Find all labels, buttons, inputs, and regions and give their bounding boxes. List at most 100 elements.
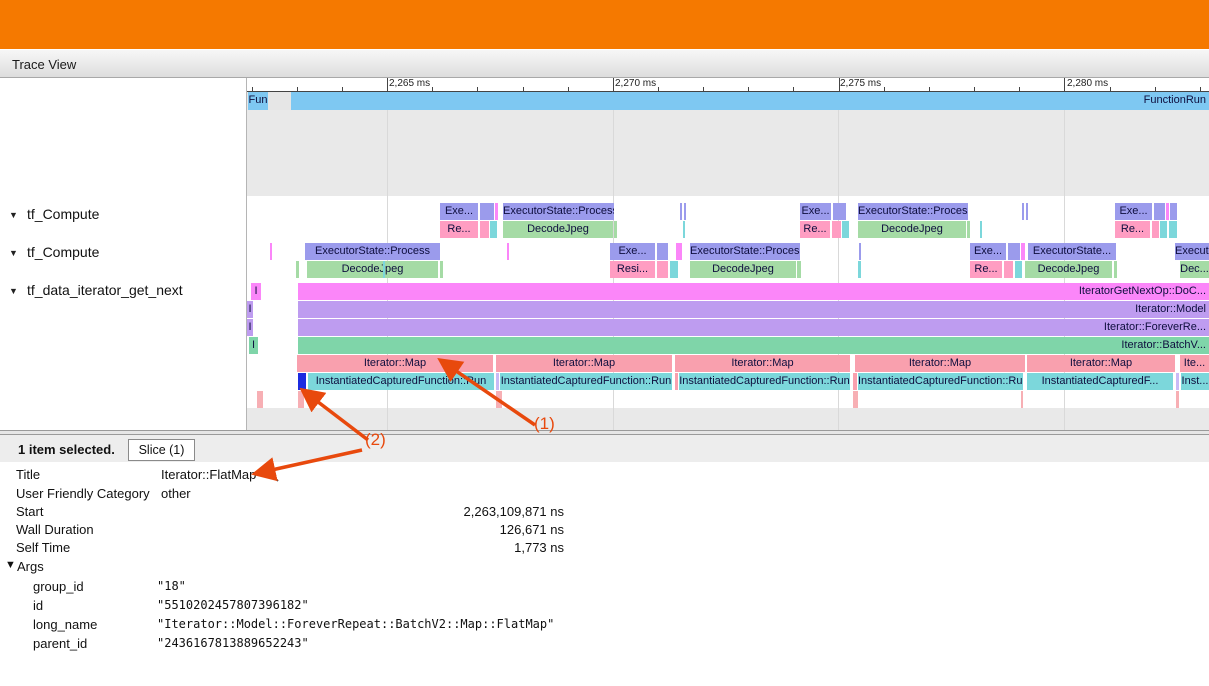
trace-slice[interactable] xyxy=(657,243,668,260)
trace-slice[interactable]: Iterator::Map xyxy=(855,355,1025,372)
trace-slice[interactable]: DecodeJpeg xyxy=(1025,261,1112,278)
trace-slice[interactable] xyxy=(490,221,497,238)
trace-slice[interactable] xyxy=(670,261,678,278)
trace-slice[interactable]: I xyxy=(247,319,253,336)
trace-slice[interactable]: ExecutorState::Process xyxy=(690,243,800,260)
trace-slice[interactable]: Iterator::Map xyxy=(1027,355,1175,372)
trace-slice[interactable] xyxy=(980,221,982,238)
trace-slice[interactable] xyxy=(480,203,494,220)
trace-slice[interactable] xyxy=(657,261,668,278)
trace-slice[interactable]: DecodeJpeg xyxy=(503,221,613,238)
trace-slice[interactable]: ExecutorState::Process xyxy=(858,203,968,220)
trace-slice[interactable] xyxy=(1176,391,1179,408)
trace-slice[interactable]: InstantiatedCapturedF... xyxy=(1027,373,1173,390)
trace-slice[interactable]: Exe... xyxy=(970,243,1006,260)
trace-slice[interactable]: InstantiatedCapturedFunction::Run xyxy=(679,373,850,390)
trace-slice[interactable]: Resi... xyxy=(610,261,655,278)
trace-slice[interactable]: ExecutorState::Process xyxy=(503,203,614,220)
trace-slice[interactable] xyxy=(1022,203,1024,220)
trace-slice[interactable] xyxy=(1015,261,1022,278)
trace-slice[interactable]: Iterator::Model xyxy=(298,301,1209,318)
trace-slice[interactable] xyxy=(858,261,861,278)
trace-slice[interactable] xyxy=(859,243,861,260)
trace-slice[interactable] xyxy=(1169,221,1177,238)
trace-slice[interactable]: Re... xyxy=(970,261,1002,278)
trace-slice[interactable] xyxy=(270,243,272,260)
trace-slice[interactable]: Iterator::ForeverRe... xyxy=(298,319,1209,336)
timeline[interactable]: 2,265 ms2,270 ms2,275 ms2,280 ms FunFunc… xyxy=(247,78,1209,430)
trace-slice[interactable] xyxy=(853,373,857,390)
trace-slice[interactable]: ExecutorState... xyxy=(1028,243,1116,260)
trace-slice[interactable] xyxy=(1160,221,1167,238)
trace-slice[interactable] xyxy=(967,221,970,238)
trace-slice[interactable]: InstantiatedCapturedFunction::Run xyxy=(308,373,494,390)
args-collapse-icon[interactable]: ▼ xyxy=(5,559,16,571)
trace-slice[interactable]: DecodeJpeg xyxy=(307,261,438,278)
trace-slice[interactable]: InstantiatedCapturedFunction::Run xyxy=(858,373,1023,390)
trace-slice[interactable] xyxy=(298,391,304,408)
trace-slice[interactable]: Re... xyxy=(800,221,830,238)
trace-slice[interactable]: Exe... xyxy=(440,203,478,220)
trace-slice[interactable] xyxy=(1021,391,1023,408)
trace-slice[interactable]: Exe... xyxy=(800,203,831,220)
collapse-triangle-icon[interactable]: ▼ xyxy=(9,286,18,296)
trace-slice[interactable]: Exe... xyxy=(1115,203,1152,220)
trace-slice[interactable]: Re... xyxy=(440,221,478,238)
trace-slice[interactable]: I xyxy=(249,337,258,354)
trace-slice[interactable] xyxy=(383,261,385,278)
trace-slice[interactable] xyxy=(832,221,841,238)
trace-slice[interactable]: I xyxy=(247,301,253,318)
trace-slice[interactable]: Execut... xyxy=(1175,243,1209,260)
trace-slice[interactable] xyxy=(1021,243,1025,260)
trace-slice[interactable]: I xyxy=(251,283,261,300)
trace-slice[interactable]: Iterator::Map xyxy=(675,355,850,372)
trace-slice[interactable] xyxy=(1152,221,1159,238)
trace-slice[interactable] xyxy=(496,391,502,408)
trace-slice[interactable] xyxy=(296,261,299,278)
collapse-triangle-icon[interactable]: ▼ xyxy=(9,210,18,220)
trace-slice[interactable]: IteratorGetNextOp::DoC... xyxy=(298,283,1209,300)
trace-slice[interactable] xyxy=(614,221,617,238)
trace-slice[interactable]: Dec... xyxy=(1180,261,1209,278)
track-row-tf_Compute[interactable]: ▼tf_Compute xyxy=(0,244,240,262)
collapse-triangle-icon[interactable]: ▼ xyxy=(9,248,18,258)
tab-slice[interactable]: Slice (1) xyxy=(128,439,195,461)
trace-slice[interactable] xyxy=(680,203,682,220)
magnifier-icon[interactable] xyxy=(266,469,280,488)
trace-slice[interactable] xyxy=(495,203,498,220)
trace-slice[interactable]: Fun xyxy=(248,92,268,110)
trace-slice[interactable]: Exe... xyxy=(610,243,655,260)
trace-slice[interactable] xyxy=(480,221,489,238)
timeline-canvas[interactable]: FunFunctionRunExe...ExecutorState::Proce… xyxy=(247,92,1209,430)
trace-slice[interactable]: Iterator::BatchV... xyxy=(298,337,1209,354)
trace-slice[interactable]: Iterator::Map xyxy=(496,355,672,372)
trace-slice[interactable]: Inst... xyxy=(1181,373,1209,390)
trace-slice[interactable]: ExecutorState::Process xyxy=(305,243,440,260)
trace-slice[interactable]: Ite... xyxy=(1180,355,1209,372)
trace-slice[interactable] xyxy=(1154,203,1165,220)
trace-slice[interactable] xyxy=(853,391,858,408)
track-row-tf_data_iterator_get_next[interactable]: ▼tf_data_iterator_get_next xyxy=(0,282,240,300)
trace-slice[interactable]: InstantiatedCapturedFunction::Run xyxy=(500,373,672,390)
trace-slice[interactable]: Iterator::Map xyxy=(297,355,493,372)
trace-slice[interactable] xyxy=(1008,243,1020,260)
trace-slice[interactable] xyxy=(675,373,678,390)
trace-slice[interactable] xyxy=(1026,203,1028,220)
trace-slice[interactable] xyxy=(496,373,499,390)
trace-slice[interactable] xyxy=(1176,373,1179,390)
trace-slice[interactable] xyxy=(440,261,443,278)
trace-slice[interactable] xyxy=(683,221,685,238)
track-row-tf_Compute[interactable]: ▼tf_Compute xyxy=(0,206,240,224)
selected-slice[interactable] xyxy=(298,373,306,390)
trace-slice[interactable] xyxy=(257,391,263,408)
trace-slice[interactable] xyxy=(1114,261,1117,278)
trace-slice[interactable] xyxy=(684,203,686,220)
trace-slice[interactable]: DecodeJpeg xyxy=(690,261,796,278)
trace-slice[interactable] xyxy=(1004,261,1013,278)
trace-slice[interactable] xyxy=(1170,203,1177,220)
trace-slice[interactable]: Re... xyxy=(1115,221,1150,238)
trace-slice[interactable] xyxy=(842,221,849,238)
trace-slice[interactable] xyxy=(1166,203,1169,220)
timeline-ruler[interactable]: 2,265 ms2,270 ms2,275 ms2,280 ms xyxy=(247,78,1209,92)
trace-slice[interactable] xyxy=(676,243,682,260)
